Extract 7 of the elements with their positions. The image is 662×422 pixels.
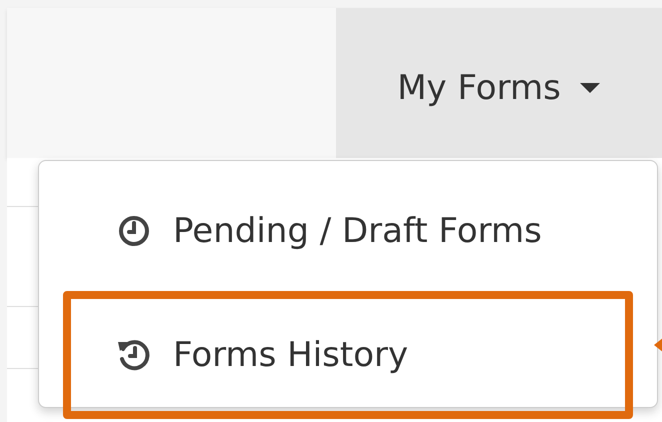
menu-item[interactable]: Forms History bbox=[63, 291, 633, 419]
my-forms-menu-button[interactable]: My Forms bbox=[336, 8, 662, 158]
menu-item[interactable]: Pending / Draft Forms bbox=[63, 191, 633, 271]
clock-icon bbox=[117, 214, 151, 248]
caret-icon bbox=[578, 82, 601, 94]
history-icon bbox=[117, 338, 151, 372]
callout-arrow-icon bbox=[654, 336, 662, 354]
